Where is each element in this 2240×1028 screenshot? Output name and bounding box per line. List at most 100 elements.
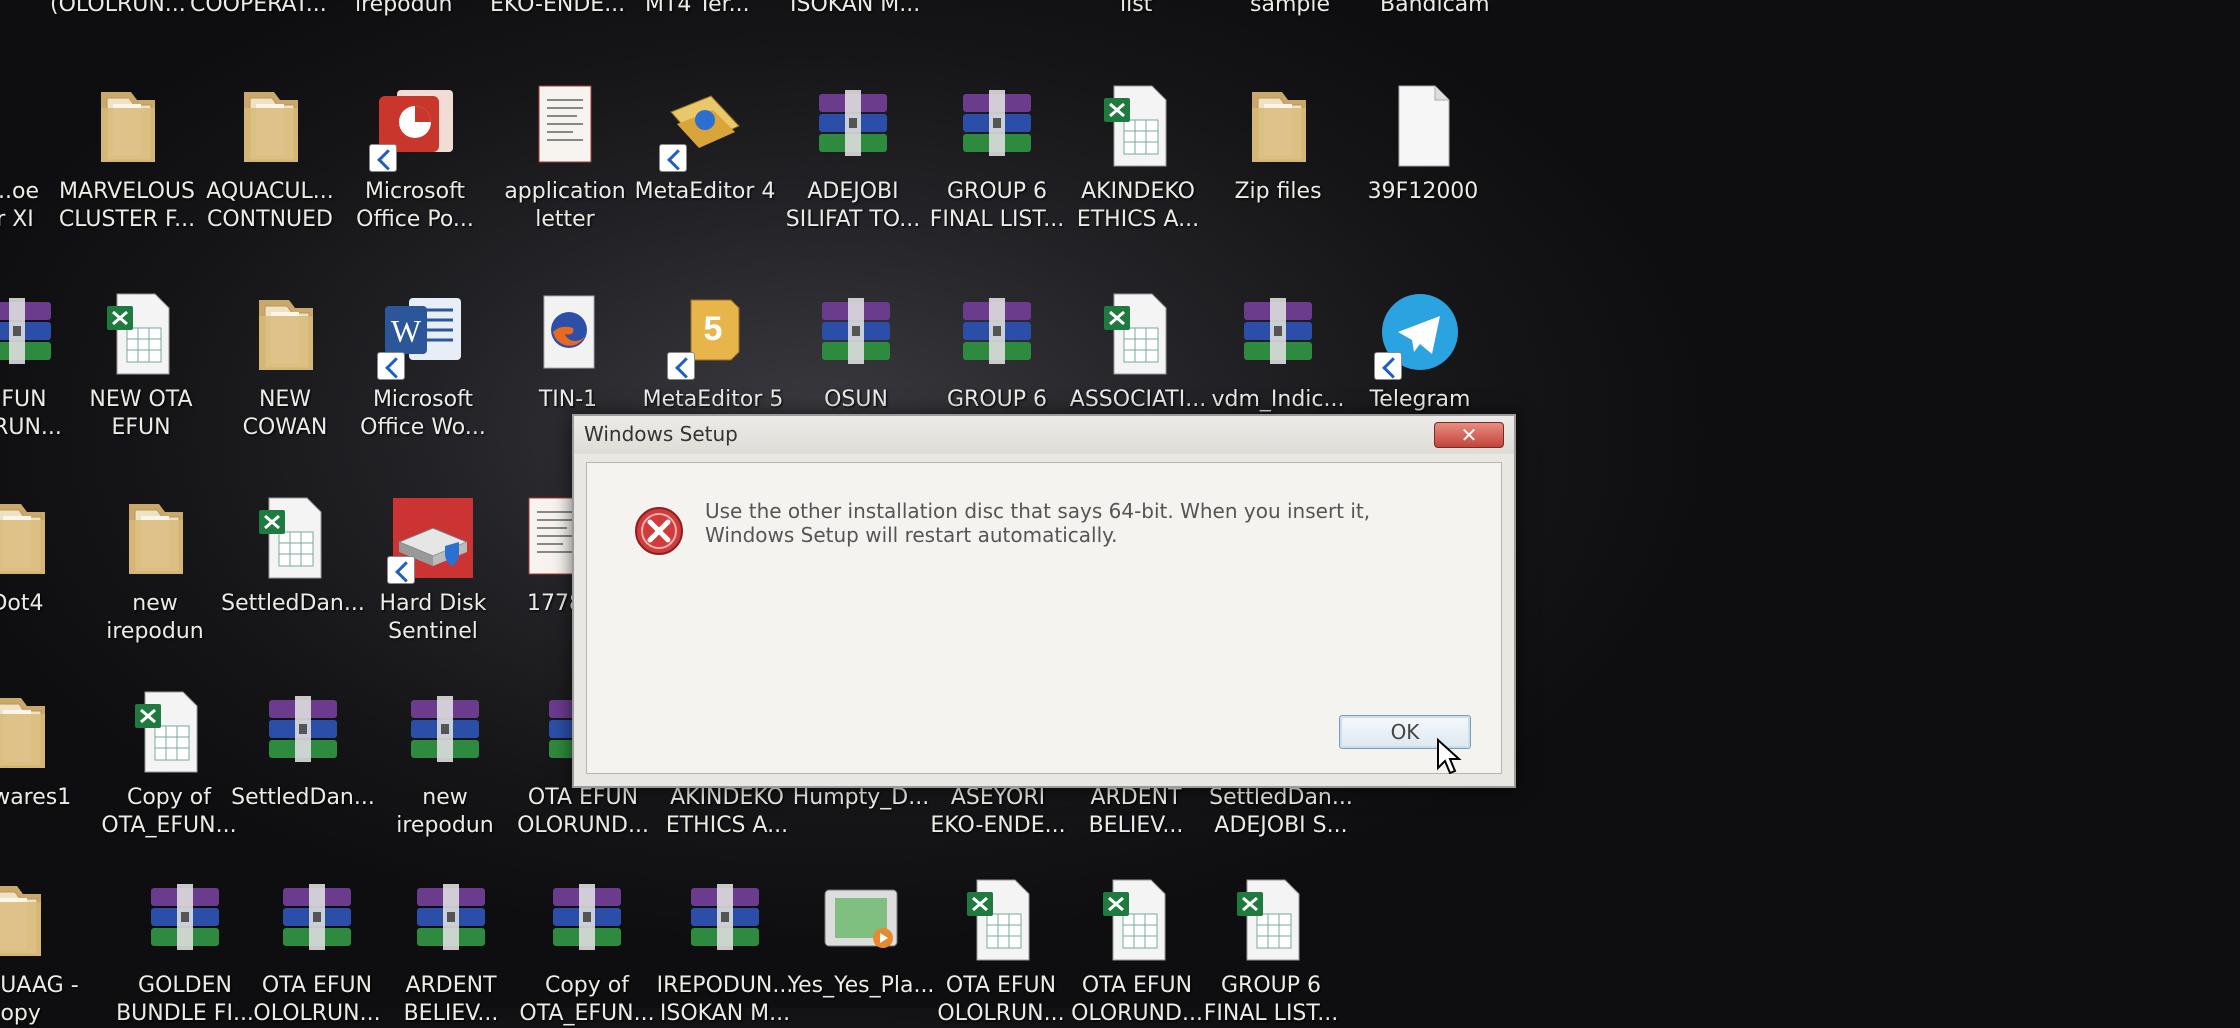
desktop-icon[interactable]: AKINDEKO ETHICS A... bbox=[1063, 78, 1213, 234]
desktop-icon[interactable]: oftwares1 bbox=[0, 684, 92, 812]
desktop-icon-label: ARDENT BELIEV... bbox=[403, 973, 499, 1026]
desktop-icon-label: TIN-1 bbox=[538, 387, 598, 412]
desktop-icon-label: new irepodun bbox=[106, 591, 204, 644]
desktop-icon[interactable]: W Microsoft Office Wo... bbox=[348, 286, 498, 442]
video-file-icon bbox=[813, 872, 909, 968]
folder-icon bbox=[107, 490, 203, 586]
dialog-body: Use the other installation disc that say… bbox=[586, 462, 1502, 774]
desktop-icon[interactable]: new irepodun bbox=[80, 490, 230, 646]
desktop-icon[interactable]: OTA EFUN OLOLRUN... bbox=[926, 872, 1076, 1028]
top-row-label[interactable]: irepodun bbox=[355, 0, 453, 17]
telegram-icon bbox=[1372, 286, 1468, 382]
desktop-icon[interactable]: IREPODUN... ISOKAN M... bbox=[650, 872, 800, 1028]
desktop-icon-label: Copy of OTA_EFUN... bbox=[519, 973, 655, 1026]
desktop-icon-label: vdm_Indic... bbox=[1211, 387, 1345, 412]
shortcut-arrow-icon bbox=[659, 144, 687, 172]
desktop-icon[interactable]: Copy of OTA_EFUN... bbox=[512, 872, 662, 1028]
desktop-icon[interactable]: vdm_Indic... bbox=[1203, 286, 1353, 414]
desktop-icon-label: NEW OTA EFUN bbox=[89, 387, 193, 440]
top-row-label[interactable]: list bbox=[1120, 0, 1152, 17]
folder-icon bbox=[79, 78, 175, 174]
close-button[interactable]: ✕ bbox=[1434, 422, 1504, 448]
desktop-icon[interactable]: Microsoft Office Po... bbox=[340, 78, 490, 234]
desktop-icon-label: OTA EFUN OLOLRUN... bbox=[937, 973, 1065, 1026]
desktop-icon-label: MetaEditor 5 bbox=[642, 387, 784, 412]
desktop-icon[interactable]: Yes_Yes_Pla... bbox=[786, 872, 936, 1000]
shortcut-arrow-icon bbox=[667, 352, 695, 380]
svg-text:5: 5 bbox=[704, 310, 723, 348]
top-row-label[interactable]: (OLOLRUN... bbox=[50, 0, 186, 17]
desktop-icon-label: Zip files bbox=[1234, 179, 1322, 204]
desktop-icon[interactable]: ADEJOBI SILIFAT TO... bbox=[778, 78, 928, 234]
desktop-icon[interactable]: application letter bbox=[490, 78, 640, 234]
desktop-icon[interactable]: SettledDan... bbox=[228, 684, 378, 812]
svg-text:W: W bbox=[391, 313, 422, 349]
desktop-icon-label: SettledDan... bbox=[221, 591, 365, 616]
excel-file-icon bbox=[93, 286, 189, 382]
desktop-icon-label: GROUP 6 FINAL LIST... bbox=[1203, 973, 1339, 1026]
desktop-icon-label: AQUACUL... CONTNUED bbox=[206, 179, 334, 232]
desktop-icon-label: Yes_Yes_Pla... bbox=[787, 973, 935, 998]
desktop-icon-label: SettledDan... ADEJOBI S... bbox=[1209, 785, 1353, 838]
top-row-label[interactable]: sample bbox=[1250, 0, 1330, 17]
desktop-icon-label: OSUN bbox=[824, 387, 888, 412]
desktop-icon[interactable]: Zip files bbox=[1203, 78, 1353, 206]
desktop-icon-label: GROUP 6 bbox=[946, 387, 1047, 412]
blank-file-icon bbox=[1375, 78, 1471, 174]
desktop-icon[interactable]: ADE UAAG - Copy bbox=[0, 872, 88, 1028]
desktop-icon[interactable]: ASSOCIATI... bbox=[1063, 286, 1213, 414]
winrar-archive-icon bbox=[949, 286, 1045, 382]
desktop-icon-label: AKINDEKO ETHICS A... bbox=[1076, 179, 1200, 232]
top-row-label[interactable]: MT4 Ter... bbox=[645, 0, 750, 17]
desktop-icon[interactable]: Dot4 bbox=[0, 490, 92, 618]
desktop-icon[interactable]: GROUP 6 FINAL LIST... bbox=[1196, 872, 1346, 1028]
desktop-icon-label: Dot4 bbox=[0, 591, 44, 616]
desktop-icon[interactable]: SettledDan... bbox=[218, 490, 368, 618]
excel-file-icon bbox=[1223, 872, 1319, 968]
top-row-label[interactable]: ISOKAN M... bbox=[790, 0, 920, 17]
desktop-icon[interactable]: AQUACUL... CONTNUED bbox=[195, 78, 345, 234]
winrar-archive-icon bbox=[269, 872, 365, 968]
desktop-icon[interactable]: 5 MetaEditor 5 bbox=[638, 286, 788, 414]
desktop-icon[interactable]: ARDENT BELIEV... bbox=[376, 872, 526, 1028]
desktop-icon[interactable]: Telegram bbox=[1345, 286, 1495, 414]
desktop-icon[interactable]: TIN-1 bbox=[493, 286, 643, 414]
desktop-icon[interactable]: new irepodun bbox=[370, 684, 520, 840]
desktop-icon[interactable]: 39F12000 bbox=[1348, 78, 1498, 206]
top-row-label[interactable]: Bandicam bbox=[1380, 0, 1490, 17]
metaeditor4-icon bbox=[657, 78, 753, 174]
dialog-titlebar[interactable]: Windows Setup ✕ bbox=[574, 416, 1514, 454]
top-row-label[interactable]: EKO-ENDE... bbox=[490, 0, 625, 17]
desktop-icon[interactable]: Copy of OTA_EFUN... bbox=[94, 684, 244, 840]
desktop-icon[interactable]: MARVELOUS CLUSTER F... bbox=[52, 78, 202, 234]
desktop-icon[interactable]: GOLDEN BUNDLE FI... bbox=[110, 872, 260, 1028]
winrar-archive-icon bbox=[949, 78, 1045, 174]
desktop-icon-label: Telegram bbox=[1369, 387, 1471, 412]
winrar-archive-icon bbox=[677, 872, 773, 968]
desktop-icon[interactable]: GROUP 6 FINAL LIST... bbox=[922, 78, 1072, 234]
folder-icon bbox=[1230, 78, 1326, 174]
word-icon: W bbox=[375, 286, 471, 382]
desktop-icon[interactable]: NEW OTA EFUN bbox=[66, 286, 216, 442]
winrar-archive-icon bbox=[808, 286, 904, 382]
top-row-label[interactable]: COOPERAT... bbox=[190, 0, 327, 17]
desktop-icon[interactable]: NEW COWAN bbox=[210, 286, 360, 442]
desktop-icon-label: NEW COWAN bbox=[242, 387, 328, 440]
winrar-archive-icon bbox=[403, 872, 499, 968]
close-icon: ✕ bbox=[1460, 423, 1478, 447]
desktop-icon-label: OTA EFUN OLORUND... bbox=[1071, 973, 1203, 1026]
desktop-icon-label: Microsoft Office Wo... bbox=[360, 387, 486, 440]
desktop-icon-label: ADE UAAG - Copy bbox=[0, 973, 79, 1026]
mouse-cursor-icon bbox=[1437, 738, 1462, 775]
folder-icon bbox=[237, 286, 333, 382]
desktop-icon[interactable]: OTA EFUN OLORUND... bbox=[1062, 872, 1212, 1028]
shortcut-arrow-icon bbox=[387, 556, 415, 584]
desktop-icon[interactable]: OTA EFUN OLOLRUN... bbox=[242, 872, 392, 1028]
folder-icon bbox=[222, 78, 318, 174]
winrar-archive-icon bbox=[805, 78, 901, 174]
desktop-icon[interactable]: GROUP 6 bbox=[922, 286, 1072, 414]
desktop-icon[interactable]: MetaEditor 4 bbox=[630, 78, 780, 206]
folder-icon bbox=[0, 872, 61, 968]
desktop-icon-label: new irepodun bbox=[396, 785, 494, 838]
desktop-icon[interactable]: OSUN bbox=[781, 286, 931, 414]
